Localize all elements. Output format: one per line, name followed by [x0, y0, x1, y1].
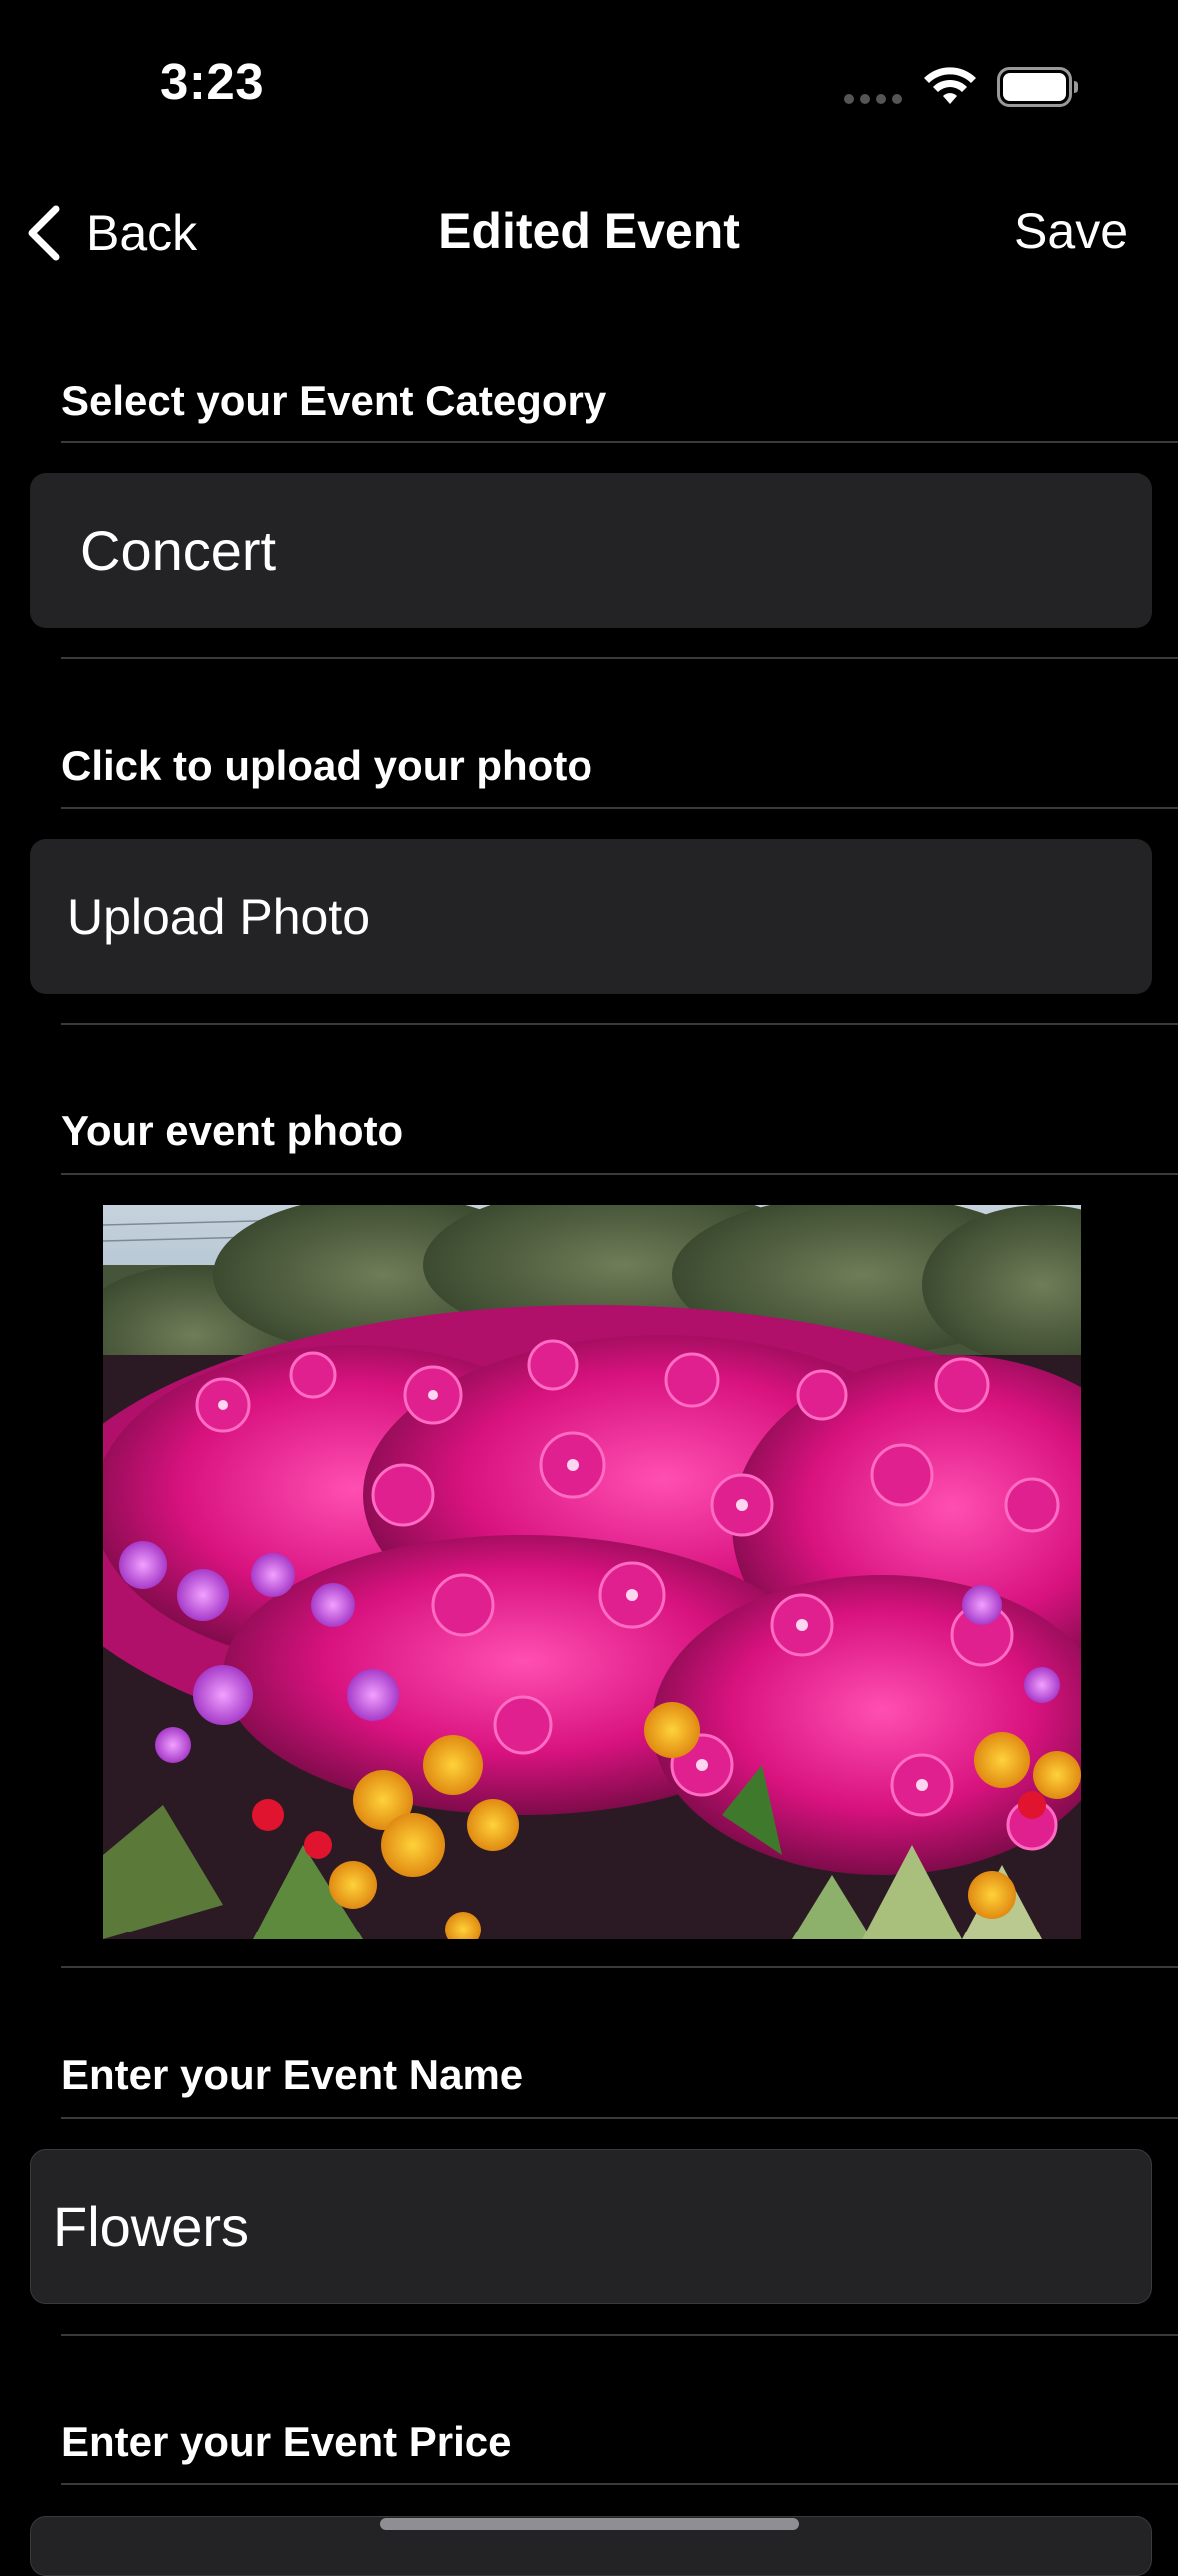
upload-photo-label: Upload Photo	[67, 888, 371, 945]
status-bar: 3:23	[0, 0, 1178, 170]
divider	[61, 441, 1178, 443]
upload-photo-button[interactable]: Upload Photo	[30, 839, 1152, 994]
save-button[interactable]: Save	[1014, 202, 1128, 260]
event-photo	[103, 1205, 1081, 1939]
divider	[61, 2483, 1178, 2485]
price-section-header: Enter your Event Price	[61, 2418, 512, 2465]
category-value: Concert	[80, 519, 277, 582]
divider	[61, 1023, 1178, 1025]
divider	[61, 2117, 1178, 2119]
flowers-photo-image	[103, 1205, 1081, 1939]
status-time: 3:23	[160, 53, 265, 110]
upload-section-header: Click to upload your photo	[61, 742, 592, 789]
category-select[interactable]: Concert	[30, 473, 1152, 628]
signal-dots-icon	[844, 94, 904, 104]
navigation-bar: Back Edited Event Save	[0, 170, 1178, 290]
battery-icon	[997, 67, 1078, 107]
category-section-header: Select your Event Category	[61, 377, 607, 424]
photo-section-header: Your event photo	[61, 1107, 404, 1154]
home-indicator	[380, 2518, 799, 2530]
name-section-header: Enter your Event Name	[61, 2051, 524, 2098]
divider	[61, 1966, 1178, 1968]
divider	[61, 807, 1178, 809]
event-name-field[interactable]: Flowers	[30, 2149, 1152, 2304]
page-title: Edited Event	[438, 203, 740, 259]
wifi-icon	[924, 67, 976, 104]
divider	[61, 2334, 1178, 2336]
divider	[61, 657, 1178, 659]
divider	[61, 1173, 1178, 1175]
event-name-value: Flowers	[53, 2195, 250, 2258]
